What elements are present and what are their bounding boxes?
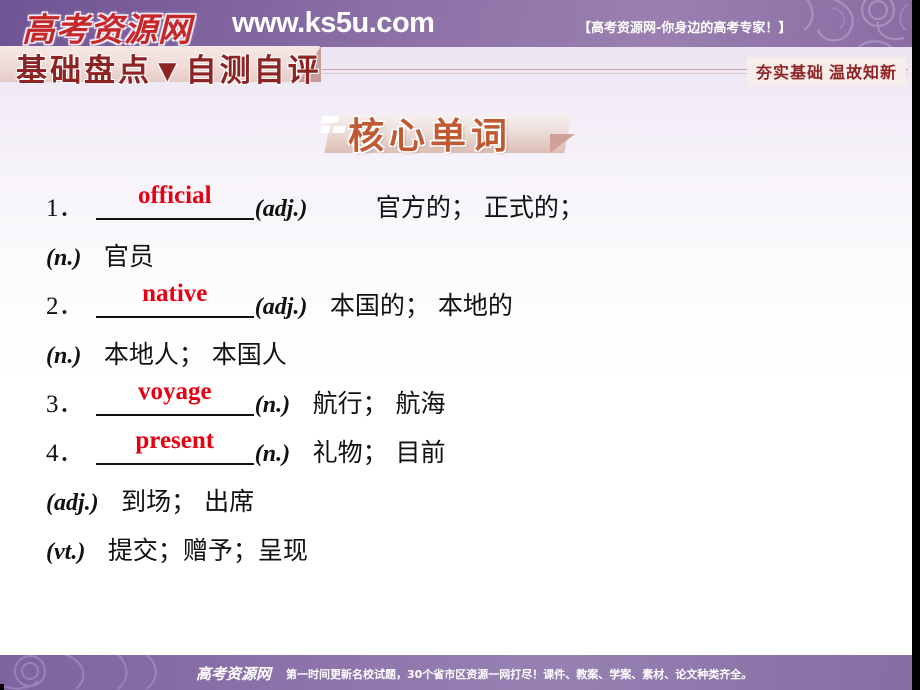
word-item-4: 4． present (n.) 礼物； 目前 [46, 428, 886, 478]
answer-blank[interactable]: native [95, 281, 254, 318]
section-title: 基础盘点▼自测自评 [16, 53, 322, 88]
banner-chip-decor [332, 126, 346, 133]
word-number: 3． [46, 391, 84, 418]
part-of-speech: (adj.) [254, 196, 308, 222]
banner-chip-decor [320, 126, 331, 133]
main-banner-fold [550, 134, 575, 153]
word-meaning: 本地人； 本国人 [103, 340, 287, 369]
word-item-4-extra: (adj.) 到场； 出席 [46, 478, 886, 527]
word-meaning: 提交；赠予；呈现 [107, 536, 308, 565]
word-meaning: 航行； 航海 [312, 389, 446, 418]
word-item-3: 3． voyage (n.) 航行； 航海 [46, 379, 886, 429]
site-slogan: 【高考资源网-你身边的高考专家！】 [578, 21, 792, 36]
answer-word: present [135, 427, 215, 454]
word-meaning: 礼物； 目前 [312, 438, 446, 467]
site-logo-url: www.ks5u.com [232, 7, 435, 39]
answer-blank[interactable]: voyage [95, 379, 254, 416]
slide-bottom-left-edge [0, 684, 4, 690]
answer-blank[interactable]: official [95, 183, 254, 220]
part-of-speech: (n.) [254, 392, 291, 418]
footer-text: 第一时间更新名校试题，30个省市区资源一网打尽！课件、教案、学案、素材、论文种类… [286, 668, 753, 681]
word-list: 1． official (adj.) 官方的； 正式的； (n.) 官员 2． … [46, 183, 886, 576]
section-right-tag: 夯实基础 温故知新 [747, 57, 907, 86]
part-of-speech: (n.) [46, 343, 82, 369]
part-of-speech: (adj.) [46, 490, 99, 516]
footer-banner: 高考资源网 第一时间更新名校试题，30个省市区资源一网打尽！课件、教案、学案、素… [0, 655, 912, 690]
part-of-speech: (n.) [46, 245, 82, 271]
word-meaning: 官方的； 正式的； [375, 193, 584, 222]
word-meaning: 本国的； 本地的 [329, 291, 513, 320]
answer-blank[interactable]: present [95, 428, 254, 465]
section-header: 基础盘点▼自测自评 夯实基础 温故知新 [0, 46, 920, 88]
answer-word: native [142, 280, 208, 307]
answer-word: voyage [137, 378, 212, 405]
word-item-2-extra: (n.) 本地人； 本国人 [46, 331, 886, 380]
answer-word: official [137, 182, 212, 209]
word-meaning: 官员 [103, 242, 154, 271]
word-item-2: 2． native (adj.) 本国的； 本地的 [46, 281, 886, 331]
part-of-speech: (vt.) [46, 539, 86, 565]
word-number: 1． [46, 195, 84, 222]
word-meaning: 到场； 出席 [121, 487, 255, 516]
footer-swirl-decor [0, 655, 157, 690]
site-logo-cn: 高考资源网 [22, 13, 192, 47]
word-item-4-extra2: (vt.) 提交；赠予；呈现 [46, 527, 886, 576]
main-banner: 核心单词 [318, 108, 586, 156]
footer-logo: 高考资源网 [196, 667, 272, 683]
slide-canvas: 高考资源网 www.ks5u.com 【高考资源网-你身边的高考专家！】 基础盘… [0, 0, 920, 690]
part-of-speech: (adj.) [254, 294, 308, 320]
word-number: 4． [46, 440, 84, 467]
word-number: 2． [46, 293, 84, 320]
site-header-banner: 高考资源网 www.ks5u.com 【高考资源网-你身边的高考专家！】 [0, 0, 912, 47]
word-item-1-extra: (n.) 官员 [46, 233, 886, 282]
banner-chip-decor [321, 116, 339, 123]
main-banner-title: 核心单词 [348, 116, 513, 156]
word-item-1: 1． official (adj.) 官方的； 正式的； [46, 183, 886, 233]
part-of-speech: (n.) [254, 441, 291, 467]
slide-right-edge [912, 0, 920, 690]
